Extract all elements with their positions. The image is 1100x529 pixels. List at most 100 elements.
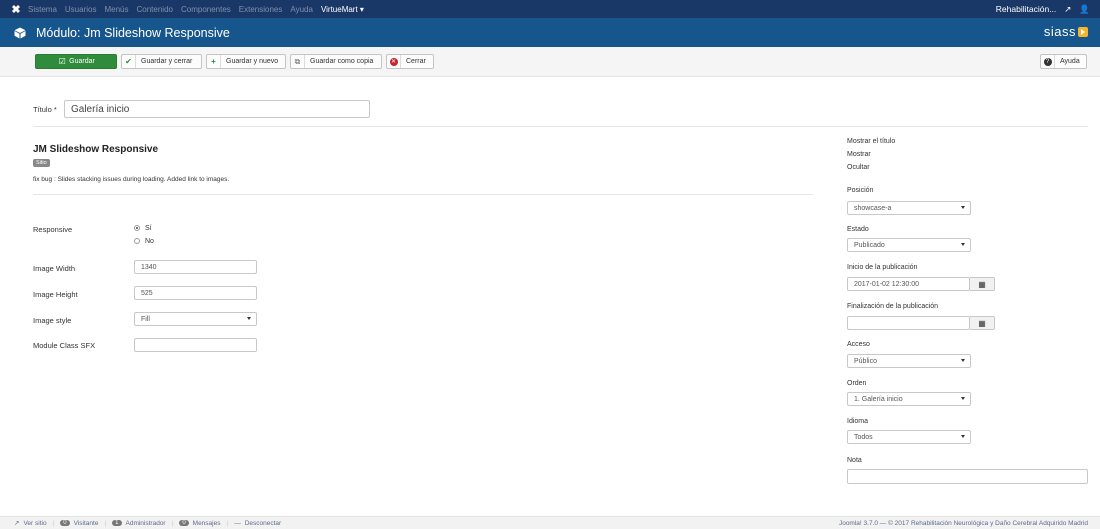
save-copy-button[interactable]: ⧉ Guardar como copia — [290, 54, 382, 69]
page-header: Módulo: Jm Slideshow Responsive siass — [0, 18, 1100, 47]
site-badge: Sitio — [33, 159, 50, 167]
separator: | — [104, 519, 107, 527]
menu-menus[interactable]: Menús — [104, 5, 128, 14]
radio-yes[interactable]: Sí — [134, 224, 152, 232]
divider — [33, 126, 1088, 127]
admins-badge: 1 — [112, 520, 122, 526]
publish-down-calendar-button[interactable]: ▦ — [970, 316, 995, 330]
menu-virtuemart[interactable]: VirtueMart ▾ — [321, 5, 364, 14]
publish-down-input[interactable] — [847, 316, 970, 330]
logout-link[interactable]: Desconectar — [245, 520, 282, 527]
responsive-label: Responsive — [33, 225, 73, 234]
module-class-sfx-input[interactable] — [134, 338, 257, 352]
menu-sistema[interactable]: Sistema — [28, 5, 57, 14]
access-select[interactable]: Público — [847, 354, 971, 368]
top-right-tools: Rehabilitación... ↗ 👤 — [996, 0, 1090, 18]
position-select[interactable]: showcase-a — [847, 201, 971, 215]
note-label: Nota — [847, 457, 862, 464]
separator: | — [171, 519, 174, 527]
save-new-button[interactable]: + Guardar y nuevo — [206, 54, 286, 69]
separator: | — [226, 519, 229, 527]
position-value: showcase-a — [854, 204, 892, 212]
image-width-label: Image Width — [33, 264, 76, 273]
plus-icon: + — [207, 55, 221, 68]
chevron-down-icon — [247, 317, 251, 320]
image-width-input[interactable]: 1340 — [134, 260, 257, 274]
chevron-down-icon — [961, 206, 965, 209]
chevron-down-icon — [961, 435, 965, 438]
help-button[interactable]: ? Ayuda — [1040, 54, 1087, 69]
help-label: Ayuda — [1060, 58, 1080, 65]
chevron-down-icon — [961, 359, 965, 362]
module-description: fix bug : Slides stacking issues during … — [33, 176, 230, 183]
menu-contenido[interactable]: Contenido — [137, 5, 173, 14]
copy-icon: ⧉ — [291, 55, 305, 68]
radio-no[interactable]: No — [134, 237, 154, 245]
brand-logo: siass — [1044, 24, 1088, 39]
status-footer: ↗ Ver sitio | 0 Visitante | 1 Administra… — [0, 516, 1100, 529]
radio-no-label: No — [145, 238, 154, 245]
close-button[interactable]: ✕ Cerrar — [386, 54, 434, 69]
visitors-label[interactable]: Visitante — [74, 520, 99, 527]
module-class-sfx-label: Module Class SFX — [33, 341, 96, 350]
show-title-label: Mostrar el título — [847, 138, 896, 145]
access-label: Acceso — [847, 341, 870, 348]
save-new-label: Guardar y nuevo — [226, 58, 279, 65]
state-label: Estado — [847, 226, 869, 233]
radio-yes-label: Sí — [145, 225, 152, 232]
external-link-icon: ↗ — [14, 520, 20, 527]
order-select[interactable]: 1. Galería inicio — [847, 392, 971, 406]
image-height-input[interactable]: 525 — [134, 286, 257, 300]
cube-icon — [14, 27, 26, 38]
menu-extensiones[interactable]: Extensiones — [239, 5, 283, 14]
close-label: Cerrar — [406, 58, 426, 65]
language-label: Idioma — [847, 418, 869, 425]
minus-icon: — — [234, 519, 241, 527]
position-label: Posición — [847, 187, 874, 194]
publish-up-input[interactable]: 2017-01-02 12:30:00 — [847, 277, 970, 291]
publish-up-calendar-button[interactable]: ▦ — [970, 277, 995, 291]
state-select[interactable]: Publicado — [847, 238, 971, 252]
hide-option[interactable]: Ocultar — [847, 164, 870, 171]
copyright: Joomla! 3.7.0 — © 2017 Rehabilitación Ne… — [838, 519, 1088, 527]
state-value: Publicado — [854, 241, 885, 249]
show-option[interactable]: Mostrar — [847, 151, 871, 158]
publish-down-label: Finalización de la publicación — [847, 303, 939, 310]
calendar-icon: ▦ — [978, 318, 986, 328]
menu-usuarios[interactable]: Usuarios — [65, 5, 97, 14]
language-value: Todos — [854, 433, 873, 441]
language-select[interactable]: Todos — [847, 430, 971, 444]
image-style-label: Image style — [33, 316, 72, 325]
chevron-down-icon — [961, 243, 965, 246]
menu-componentes[interactable]: Componentes — [181, 5, 231, 14]
image-style-select[interactable]: Fill — [134, 312, 257, 326]
close-icon: ✕ — [387, 55, 401, 68]
external-link-icon[interactable]: ↗ — [1064, 4, 1071, 15]
top-menu: Sistema Usuarios Menús Contenido Compone… — [28, 5, 372, 14]
site-name-link[interactable]: Rehabilitación... — [996, 4, 1056, 14]
module-name: JM Slideshow Responsive — [33, 144, 159, 155]
menu-ayuda[interactable]: Ayuda — [290, 5, 313, 14]
publish-up-label: Inicio de la publicación — [847, 264, 918, 271]
separator: | — [52, 519, 55, 527]
image-style-value: Fill — [141, 315, 150, 323]
messages-label[interactable]: Mensajes — [193, 520, 221, 527]
user-menu-icon[interactable]: 👤 — [1079, 4, 1090, 15]
joomla-logo-icon[interactable]: ✖ — [4, 3, 28, 16]
chevron-down-icon — [961, 397, 965, 400]
footer-status: ↗ Ver sitio | 0 Visitante | 1 Administra… — [14, 519, 282, 528]
order-value: 1. Galería inicio — [854, 395, 903, 403]
radio-no-control[interactable] — [134, 238, 140, 244]
save-button[interactable]: ☑ Guardar — [35, 54, 117, 69]
save-copy-label: Guardar como copia — [310, 58, 374, 65]
question-icon: ? — [1041, 55, 1055, 68]
view-site-link[interactable]: Ver sitio — [23, 520, 46, 527]
brand-text: siass — [1043, 24, 1076, 39]
save-close-button[interactable]: ✔ Guardar y cerrar — [121, 54, 202, 69]
admins-label[interactable]: Administrador — [126, 520, 166, 527]
check-icon: ✔ — [122, 55, 136, 68]
radio-yes-control[interactable] — [134, 225, 140, 231]
note-input[interactable] — [847, 469, 1088, 484]
title-input[interactable]: Galería inicio — [64, 100, 370, 118]
access-value: Público — [854, 357, 877, 365]
